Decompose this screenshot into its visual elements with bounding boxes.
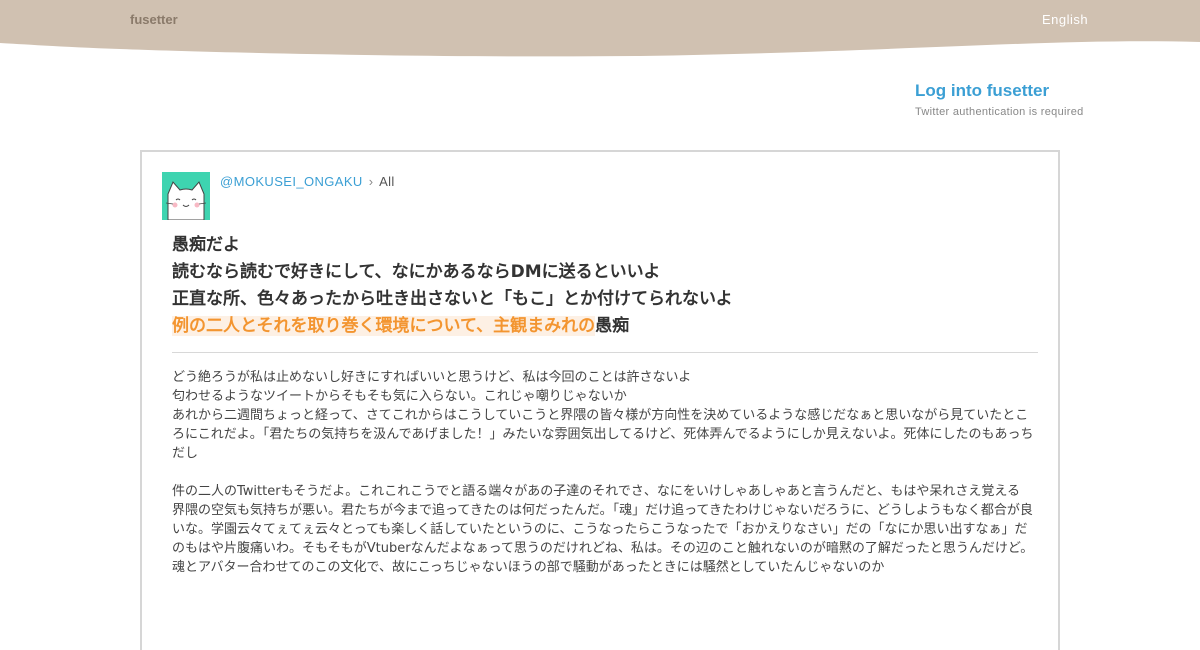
breadcrumb-separator: › [368,174,374,189]
author-handle-link[interactable]: @MOKUSEI_ONGAKU [220,174,363,189]
top-bar: fusetter English [0,0,1200,60]
body-paragraph: 匂わせるようなツイートからそもそも気に入らない。これじゃ嘲りじゃないか [172,389,627,404]
language-switch-link[interactable]: English [1042,12,1088,27]
post-title: 愚痴だよ 読むなら読むで好きにして、なにかあるならDMに送るといいよ 正直な所、… [172,232,1052,340]
title-line: 愚痴だよ [172,235,240,255]
body-paragraph: どう絶ろうが私は止めないし好きにすればいいと思うけど、私は今回のことは許さないよ [172,370,692,385]
post-card: @MOKUSEI_ONGAKU › All 愚痴だよ 読むなら読むで好きにして、なに… [140,150,1060,650]
breadcrumb: @MOKUSEI_ONGAKU › All [220,174,395,189]
login-auth-note: Twitter authentication is required [915,106,1084,118]
title-highlight: 例の二人とそれを取り巻く環境について、主観まみれの [172,316,596,336]
title-line: 例の二人とそれを取り巻く環境について、主観まみれの愚痴 [172,313,1052,340]
body-paragraph: あれから二週間ちょっと経って、さてこれからはこうしていこうと界隈の皆々様が方向性… [172,408,1034,461]
breadcrumb-scope: All [379,174,395,189]
body-paragraph: 界隈の空気も気持ちが悪い。君たちが今まで追ってきたのは何だったんだ。「魂」だけ追… [172,503,1034,575]
body-paragraph: 件の二人のTwitterもそうだよ。これこれこうでと語る端々があの子達のそれでさ… [172,484,1021,499]
post-body: どう絶ろうが私は止めないし好きにすればいいと思うけど、私は今回のことは許さないよ… [172,368,1040,577]
login-link[interactable]: Log into fusetter [915,81,1049,101]
brand-logo-link[interactable]: fusetter [130,12,178,27]
title-line: 読むなら読むで好きにして、なにかあるならDMに送るといいよ [172,262,661,282]
cat-avatar-icon[interactable] [162,172,210,220]
title-line: 正直な所、色々あったから吐き出さないと「もこ」とか付けてられないよ [172,289,733,309]
title-line-rest: 愚痴 [595,316,630,336]
header-wave-shape [0,0,1200,57]
title-divider [172,352,1038,353]
